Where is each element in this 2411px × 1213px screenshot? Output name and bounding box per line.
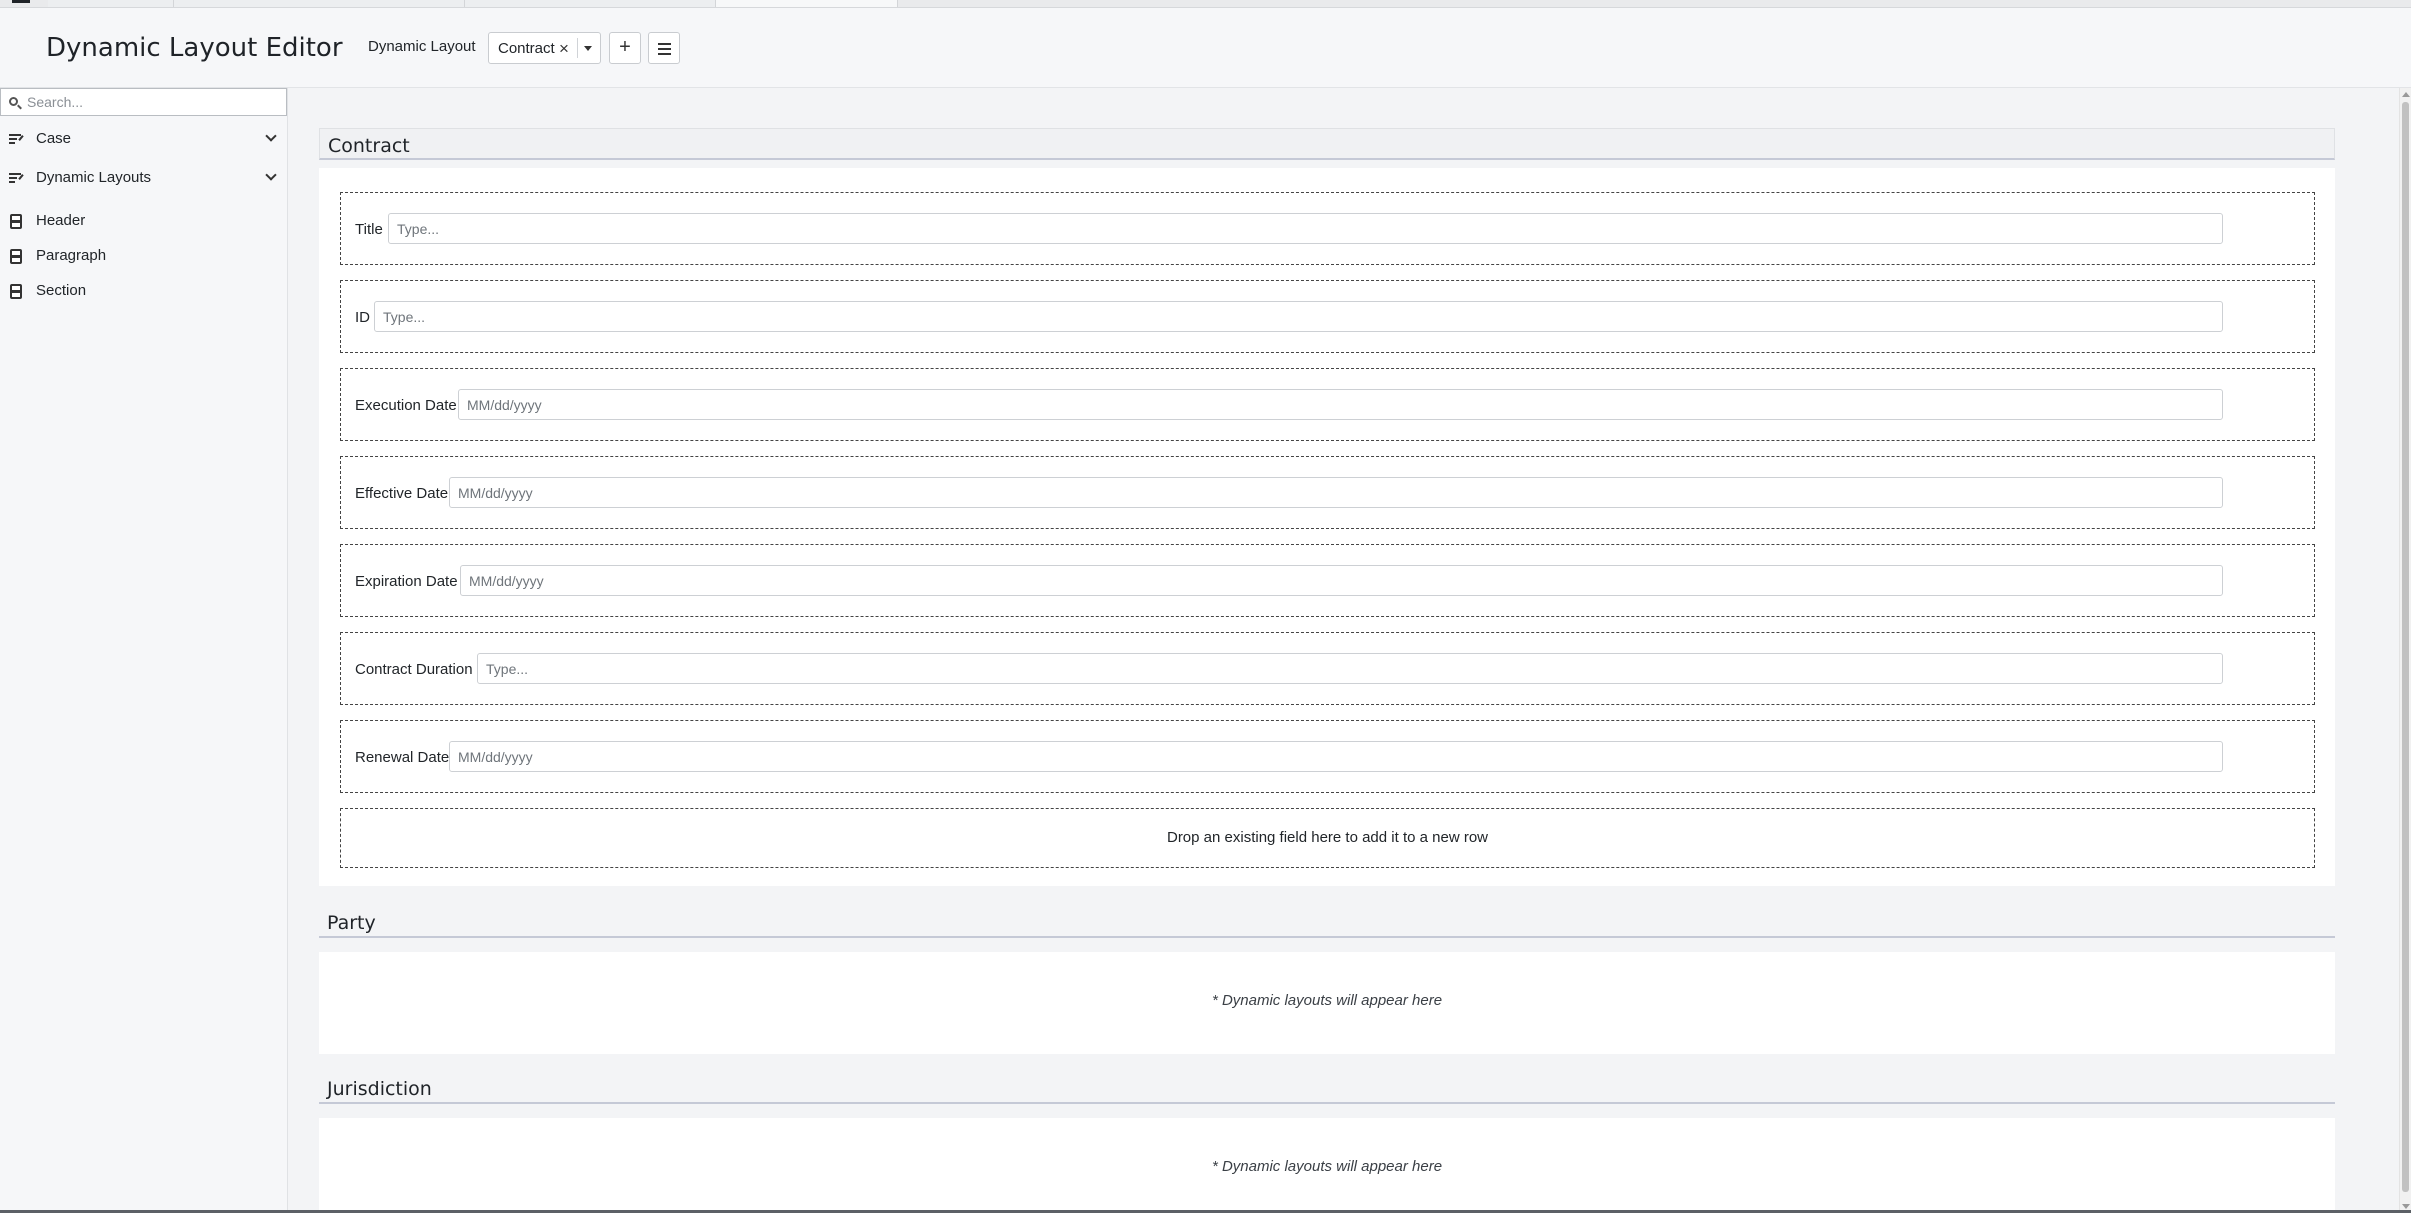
section-body-party: * Dynamic layouts will appear here	[319, 952, 2335, 1054]
block-icon	[10, 214, 22, 229]
field-row-renewal-date[interactable]: Renewal Date	[340, 720, 2315, 793]
sidebar-group-dynamic-layouts[interactable]: Dynamic Layouts	[0, 162, 287, 194]
field-label: Title	[355, 221, 383, 238]
chevron-down-icon[interactable]	[265, 169, 277, 181]
empty-layout-message: * Dynamic layouts will appear here	[1211, 1158, 1443, 1175]
dynamic-layout-label: Dynamic Layout	[368, 38, 476, 55]
add-layout-button[interactable]: +	[609, 32, 641, 64]
sidebar-item-label: Section	[36, 282, 87, 299]
section-title: Jurisdiction	[327, 1078, 432, 1100]
sidebar: Case Dynamic Layouts Header Paragraph Se…	[0, 88, 288, 1213]
sidebar-group-label: Case	[36, 130, 72, 147]
field-label: Effective Date	[355, 485, 449, 502]
field-label: Renewal Date	[355, 749, 450, 766]
menu-button[interactable]	[648, 32, 680, 64]
browser-tab-strip	[0, 0, 2411, 8]
sidebar-item-label: Paragraph	[36, 247, 107, 264]
tab-active[interactable]	[716, 0, 898, 7]
layout-select-value: Contract	[498, 40, 555, 57]
caret-down-icon[interactable]	[584, 46, 592, 51]
section-title: Contract	[328, 135, 410, 157]
list-edit-icon	[9, 134, 24, 146]
scrollbar-thumb[interactable]	[2402, 102, 2409, 1192]
field-label: Execution Date	[355, 397, 457, 414]
section-title: Party	[327, 912, 376, 934]
title-input[interactable]	[388, 213, 2223, 244]
tab[interactable]	[48, 0, 174, 7]
section-body-jurisdiction: * Dynamic layouts will appear here	[319, 1118, 2335, 1210]
sidebar-item-section[interactable]: Section	[0, 275, 287, 307]
plus-icon: +	[619, 36, 631, 58]
renewal-date-input[interactable]	[449, 741, 2223, 772]
contract-duration-input[interactable]	[477, 653, 2223, 684]
sidebar-item-paragraph[interactable]: Paragraph	[0, 240, 287, 272]
scroll-down-icon[interactable]	[2402, 1204, 2410, 1209]
block-icon	[10, 284, 22, 299]
expiration-date-input[interactable]	[460, 565, 2223, 596]
editor-canvas: Contract Title ID Execution Date Effecti…	[289, 88, 2399, 1213]
sidebar-item-header[interactable]: Header	[0, 205, 287, 237]
field-row-execution-date[interactable]: Execution Date	[340, 368, 2315, 441]
app-grid-icon[interactable]	[12, 0, 30, 3]
field-row-expiration-date[interactable]: Expiration Date	[340, 544, 2315, 617]
field-row-title[interactable]: Title	[340, 192, 2315, 265]
block-icon	[10, 249, 22, 264]
section-header-party[interactable]: Party	[319, 906, 2335, 938]
search-icon	[9, 97, 18, 106]
sidebar-group-case[interactable]: Case	[0, 123, 287, 155]
tab[interactable]	[465, 0, 716, 7]
scroll-up-icon[interactable]	[2402, 92, 2410, 97]
chevron-down-icon[interactable]	[265, 130, 277, 142]
effective-date-input[interactable]	[449, 477, 2223, 508]
section-header-contract[interactable]: Contract	[319, 128, 2335, 160]
section-body-contract: Title ID Execution Date Effective Date E…	[319, 168, 2335, 886]
page-title: Dynamic Layout Editor	[46, 33, 343, 63]
sidebar-item-label: Header	[36, 212, 86, 229]
search-input[interactable]	[27, 92, 277, 112]
empty-layout-message: * Dynamic layouts will appear here	[1211, 992, 1443, 1009]
field-row-id[interactable]: ID	[340, 280, 2315, 353]
new-row-drop-zone[interactable]: Drop an existing field here to add it to…	[340, 808, 2315, 868]
search-box[interactable]	[0, 88, 287, 116]
execution-date-input[interactable]	[458, 389, 2223, 420]
field-label: Contract Duration	[355, 661, 473, 678]
section-header-jurisdiction[interactable]: Jurisdiction	[319, 1072, 2335, 1104]
list-edit-icon	[9, 173, 24, 185]
field-label: Expiration Date	[355, 573, 458, 590]
select-divider	[577, 38, 578, 58]
field-row-contract-duration[interactable]: Contract Duration	[340, 632, 2315, 705]
clear-icon[interactable]: ×	[559, 39, 569, 59]
layout-select[interactable]: Contract ×	[488, 32, 601, 64]
top-bar: Dynamic Layout Editor Dynamic Layout Con…	[0, 8, 2411, 88]
vertical-scrollbar[interactable]	[2399, 88, 2411, 1213]
field-label: ID	[355, 309, 370, 326]
sidebar-group-label: Dynamic Layouts	[36, 169, 152, 186]
tab[interactable]	[174, 0, 465, 7]
id-input[interactable]	[374, 301, 2223, 332]
field-row-effective-date[interactable]: Effective Date	[340, 456, 2315, 529]
